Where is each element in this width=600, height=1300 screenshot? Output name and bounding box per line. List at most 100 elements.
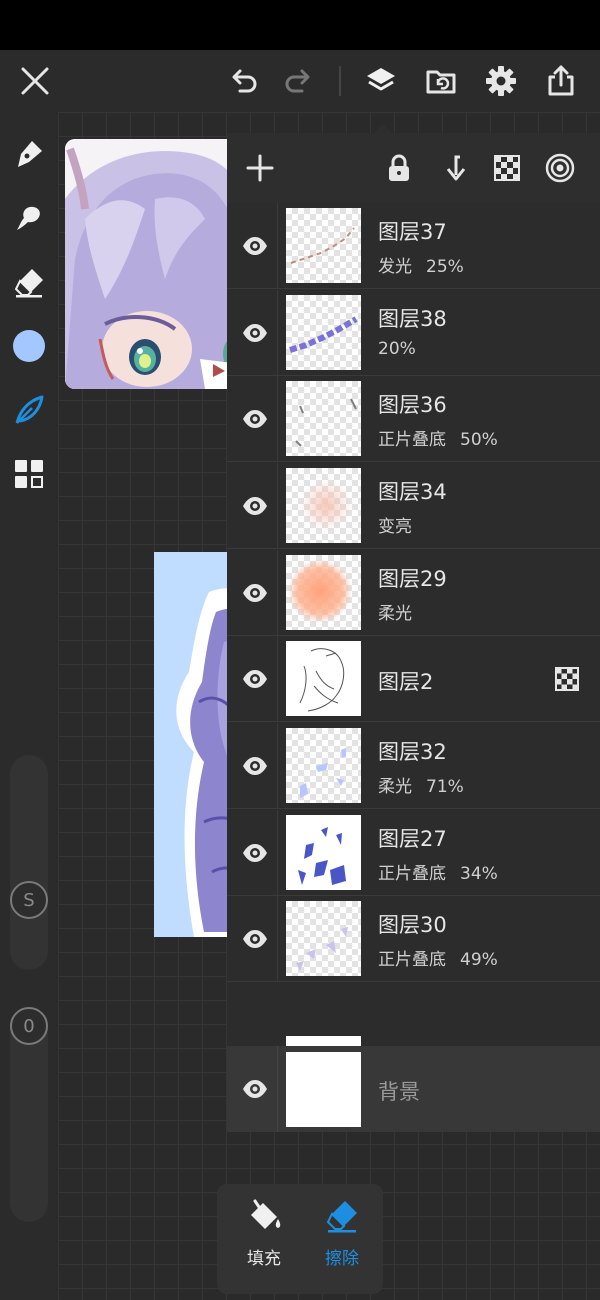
blend-mode: 正片叠底 xyxy=(378,950,446,970)
eye-icon[interactable] xyxy=(235,660,275,698)
layer-name: 图层37 xyxy=(378,220,447,244)
background-layer-row[interactable]: 背景 xyxy=(227,1046,600,1132)
brush-size-label: S xyxy=(23,889,35,911)
layer-name: 图层2 xyxy=(378,670,434,694)
blend-mode: 柔光 xyxy=(378,604,412,624)
layer-row[interactable]: 图层30 正片叠底 49% xyxy=(227,896,600,982)
status-bar xyxy=(0,0,600,50)
eraser-icon[interactable] xyxy=(9,262,49,302)
layer-row[interactable]: 图层34 变亮 xyxy=(227,463,600,549)
lock-icon[interactable] xyxy=(379,148,419,188)
layer-meta: 柔光 71% xyxy=(378,772,464,797)
layer-name: 图层29 xyxy=(378,567,447,591)
merge-down-icon[interactable] xyxy=(433,148,473,188)
blend-mode: 正片叠底 xyxy=(378,430,446,450)
layer-opacity: 50% xyxy=(460,430,498,450)
layer-panel-pointer xyxy=(374,124,392,133)
layer-thumbnail xyxy=(286,295,361,370)
layer-thumbnail xyxy=(286,815,361,890)
row-divider xyxy=(277,290,278,376)
layer-meta: 20% xyxy=(378,339,416,359)
layer-panel: 图层37 发光 25% 图层38 20% 图层36 正片叠底 50% 图层34 变亮 xyxy=(227,124,600,1132)
grid-icon[interactable] xyxy=(9,454,49,494)
layer-row[interactable]: 图层37 发光 25% xyxy=(227,203,600,289)
blend-mode: 柔光 xyxy=(378,777,412,797)
blend-mode: 正片叠底 xyxy=(378,864,446,884)
layer-panel-header xyxy=(227,133,600,203)
fill-label: 填充 xyxy=(247,1249,281,1269)
layer-row[interactable]: 图层32 柔光 71% xyxy=(227,723,600,809)
eye-icon[interactable] xyxy=(235,487,275,525)
layer-name: 图层27 xyxy=(378,827,447,851)
layer-row[interactable]: 图层29 柔光 xyxy=(227,550,600,636)
eye-icon[interactable] xyxy=(235,834,275,872)
row-divider xyxy=(277,810,278,896)
layer-row[interactable]: 图层36 正片叠底 50% xyxy=(227,376,600,462)
layer-thumbnail xyxy=(286,555,361,630)
eye-icon[interactable] xyxy=(235,400,275,438)
layer-name: 图层32 xyxy=(378,740,447,764)
layer-name: 图层38 xyxy=(378,307,447,331)
layer-opacity: 20% xyxy=(378,339,416,359)
import-icon[interactable] xyxy=(421,61,461,101)
feather-icon[interactable] xyxy=(9,390,49,430)
background-thumbnail xyxy=(286,1052,361,1127)
layer-thumbnail xyxy=(286,468,361,543)
fill-tool-button[interactable]: 填充 xyxy=(229,1196,299,1282)
eye-icon[interactable] xyxy=(235,1070,275,1108)
layer-meta: 正片叠底 34% xyxy=(378,859,498,884)
brush-size-knob[interactable]: S xyxy=(10,881,48,919)
radial-icon[interactable] xyxy=(540,148,580,188)
opacity-knob[interactable]: 0 xyxy=(10,1007,48,1045)
layer-thumbnail-peek xyxy=(286,1036,361,1046)
tool-options-card: 填充 擦除 xyxy=(217,1184,383,1294)
add-layer-icon[interactable] xyxy=(240,148,280,188)
left-toolbar: S 0 xyxy=(0,112,58,1300)
alpha-lock-icon xyxy=(555,667,579,691)
reference-image[interactable] xyxy=(65,139,240,389)
layers-icon[interactable] xyxy=(361,61,401,101)
layer-meta: 正片叠底 50% xyxy=(378,425,498,450)
paint-bucket-icon xyxy=(244,1196,284,1236)
layer-meta: 变亮 xyxy=(378,512,412,537)
layer-row[interactable]: 图层2 xyxy=(227,636,600,722)
eye-icon[interactable] xyxy=(235,227,275,265)
color-swatch[interactable] xyxy=(9,326,49,366)
eye-icon[interactable] xyxy=(235,920,275,958)
layer-thumbnail xyxy=(286,381,361,456)
gear-icon[interactable] xyxy=(481,61,521,101)
brush-size-slider[interactable] xyxy=(10,755,48,970)
layer-meta: 发光 25% xyxy=(378,252,464,277)
layer-thumbnail xyxy=(286,641,361,716)
row-divider xyxy=(277,896,278,982)
share-icon[interactable] xyxy=(541,61,581,101)
layer-name: 图层36 xyxy=(378,393,447,417)
eye-icon[interactable] xyxy=(235,314,275,352)
layer-opacity: 34% xyxy=(460,864,498,884)
layer-name: 背景 xyxy=(378,1080,420,1104)
close-icon[interactable] xyxy=(15,61,55,101)
row-divider xyxy=(277,203,278,289)
smudge-icon[interactable] xyxy=(9,198,49,238)
app: S 0 图层37 发光 25% 图层38 20% 图层36 正片叠底 50% 图… xyxy=(0,50,600,1300)
row-divider xyxy=(277,1046,278,1132)
blend-mode: 变亮 xyxy=(378,517,412,537)
pen-icon[interactable] xyxy=(9,134,49,174)
undo-icon[interactable] xyxy=(224,61,264,101)
layer-opacity: 25% xyxy=(426,257,464,277)
checkerboard-icon[interactable] xyxy=(487,148,527,188)
layer-row[interactable]: 图层38 20% xyxy=(227,290,600,376)
layer-thumbnail xyxy=(286,901,361,976)
row-divider xyxy=(277,636,278,722)
redo-icon[interactable] xyxy=(278,61,318,101)
blend-mode: 发光 xyxy=(378,257,412,277)
layer-meta: 正片叠底 49% xyxy=(378,945,498,970)
eraser-icon xyxy=(322,1196,362,1236)
eye-icon[interactable] xyxy=(235,574,275,612)
layer-name: 图层34 xyxy=(378,480,447,504)
layer-thumbnail xyxy=(286,728,361,803)
erase-tool-button[interactable]: 擦除 xyxy=(307,1196,377,1282)
erase-label: 擦除 xyxy=(325,1249,359,1269)
eye-icon[interactable] xyxy=(235,747,275,785)
layer-row[interactable]: 图层27 正片叠底 34% xyxy=(227,810,600,896)
